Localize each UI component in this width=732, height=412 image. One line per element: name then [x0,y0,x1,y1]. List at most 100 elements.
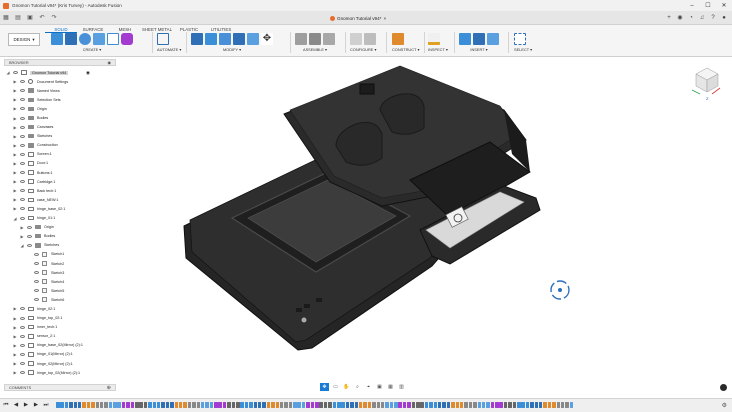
timeline-feature-icon[interactable] [301,402,306,408]
collapse-arrow-icon[interactable]: ▶ [13,306,17,311]
new-sketch-icon[interactable] [51,32,63,45]
timeline-feature-icon[interactable] [64,402,69,408]
timeline-feature-icon[interactable] [222,402,227,408]
timeline-feature-icon[interactable] [416,402,420,408]
timeline-feature-icon[interactable] [328,402,332,408]
timeline-feature-icon[interactable] [284,402,288,408]
browser-row[interactable]: ▶ Bodies [4,232,116,241]
new-tab-icon[interactable]: + [665,13,673,22]
collapse-arrow-icon[interactable]: ▶ [13,79,17,84]
timeline-feature-icon[interactable] [543,402,547,408]
collapse-arrow-icon[interactable]: ▶ [13,125,17,130]
browser-row[interactable]: ▶ Document Settings [4,77,116,86]
timeline-feature-icon[interactable] [135,402,139,408]
timeline-feature-icon[interactable] [341,402,345,408]
insert-group-label[interactable]: INSERT ▾ [459,47,499,52]
visibility-eye-icon[interactable] [20,134,25,138]
timeline-feature-icon[interactable] [437,402,442,408]
visibility-eye-icon[interactable] [20,343,25,347]
visibility-eye-icon[interactable] [20,307,25,311]
timeline-feature-icon[interactable] [345,402,350,408]
timeline-feature-icon[interactable] [376,402,381,408]
timeline-feature-icon[interactable] [253,402,258,408]
visibility-eye-icon[interactable] [27,225,32,229]
timeline-feature-icon[interactable] [367,402,372,408]
browser-row[interactable]: Sketch6 [4,295,116,304]
display-settings-icon[interactable]: ▣ [375,383,384,391]
browser-row[interactable]: ▶ hinge_02(Mirror) (2):1 [4,359,116,368]
tab-close-icon[interactable]: × [383,16,386,21]
browser-row[interactable]: ▶ Bodies [4,113,116,122]
collapse-arrow-icon[interactable]: ▶ [13,97,17,102]
timeline-feature-icon[interactable] [473,402,477,408]
activate-radio-icon[interactable]: ◉ [86,70,90,76]
timeline-feature-icon[interactable] [275,402,280,408]
timeline-feature-icon[interactable] [372,402,376,408]
visibility-eye-icon[interactable] [34,262,39,266]
timeline-feature-icon[interactable] [293,402,297,408]
collapse-arrow-icon[interactable]: ▶ [13,152,17,157]
extensions-icon[interactable]: ◉ [676,13,684,22]
timeline-feature-icon[interactable] [306,402,310,408]
account-avatar[interactable]: ● [720,13,728,22]
collapse-arrow-icon[interactable]: ▶ [13,197,17,202]
visibility-eye-icon[interactable] [20,161,25,165]
timeline-feature-icon[interactable] [530,402,534,408]
grid-settings-icon[interactable]: ▦ [386,383,395,391]
timeline-feature-icon[interactable] [332,402,337,408]
browser-row[interactable]: ▶ hinge_top_02(Mirror) (2):1 [4,368,116,377]
select-group-label[interactable]: SELECT ▾ [514,47,532,52]
modify-group-label[interactable]: MODIFY ▾ [191,47,273,52]
timeline-feature-icon[interactable] [350,402,354,408]
chamfer-icon[interactable] [219,32,231,45]
timeline-feature-icon[interactable] [249,402,253,408]
browser-row[interactable]: ▶ Screen:1 [4,150,116,159]
visibility-eye-icon[interactable] [20,80,25,84]
visibility-eye-icon[interactable] [20,143,25,147]
timeline-feature-icon[interactable] [60,402,64,408]
timeline-feature-icon[interactable] [170,402,174,408]
collapse-icon[interactable]: ◉ [108,60,112,65]
visibility-eye-icon[interactable] [20,334,25,338]
fillet-icon[interactable] [205,32,217,45]
timeline-feature-icon[interactable] [508,402,512,408]
browser-row[interactable]: ▶ hinge_base_02:1 [4,204,116,213]
collapse-arrow-icon[interactable]: ▶ [13,334,17,339]
browser-row[interactable]: Sketch3 [4,268,116,277]
browser-row[interactable]: ◢ Sketches [4,241,116,250]
collapse-arrow-icon[interactable]: ▶ [13,116,17,121]
save-icon[interactable]: ▣ [26,14,34,22]
collapse-arrow-icon[interactable]: ▶ [13,179,17,184]
timeline-feature-icon[interactable] [227,402,231,408]
insert-image-icon[interactable] [487,32,499,45]
timeline-feature-icon[interactable] [517,402,521,408]
collapse-arrow-icon[interactable]: ▶ [13,88,17,93]
timeline-feature-icon[interactable] [442,402,446,408]
collapse-arrow-icon[interactable]: ▶ [13,370,17,375]
step-forward-icon[interactable]: ▶ [33,402,39,409]
browser-row[interactable]: ▶ hinge_base_02(Mirror) (2):1 [4,341,116,350]
expand-arrow-icon[interactable]: ◢ [6,70,10,75]
browser-header[interactable]: BROWSER ◉ [4,59,116,66]
visibility-eye-icon[interactable] [20,325,25,329]
viewports-icon[interactable]: ▥ [397,383,406,391]
timeline-feature-icon[interactable] [556,402,561,408]
visibility-eye-icon[interactable] [34,298,39,302]
expand-arrow-icon[interactable]: ◢ [13,216,17,221]
as-built-joint-icon[interactable] [323,32,335,45]
timeline-feature-icon[interactable] [240,402,244,408]
timeline-feature-icon[interactable] [214,402,218,408]
timeline-feature-icon[interactable] [192,402,196,408]
workspace-switcher-button[interactable]: DESIGN ▾ [8,33,40,46]
assemble-group-label[interactable]: ASSEMBLE ▾ [295,47,335,52]
browser-row[interactable]: ▶ Construction [4,141,116,150]
visibility-eye-icon[interactable] [20,316,25,320]
timeline-feature-icon[interactable] [69,402,73,408]
browser-row[interactable]: ▶ hinge_top_02:1 [4,314,116,323]
collapse-arrow-icon[interactable]: ▶ [13,188,17,193]
timeline-feature-icon[interactable] [481,402,486,408]
timeline-feature-icon[interactable] [130,402,135,408]
visibility-eye-icon[interactable] [20,180,25,184]
minimize-button[interactable]: – [684,0,700,11]
inspect-group-label[interactable]: INSPECT ▾ [428,47,448,52]
